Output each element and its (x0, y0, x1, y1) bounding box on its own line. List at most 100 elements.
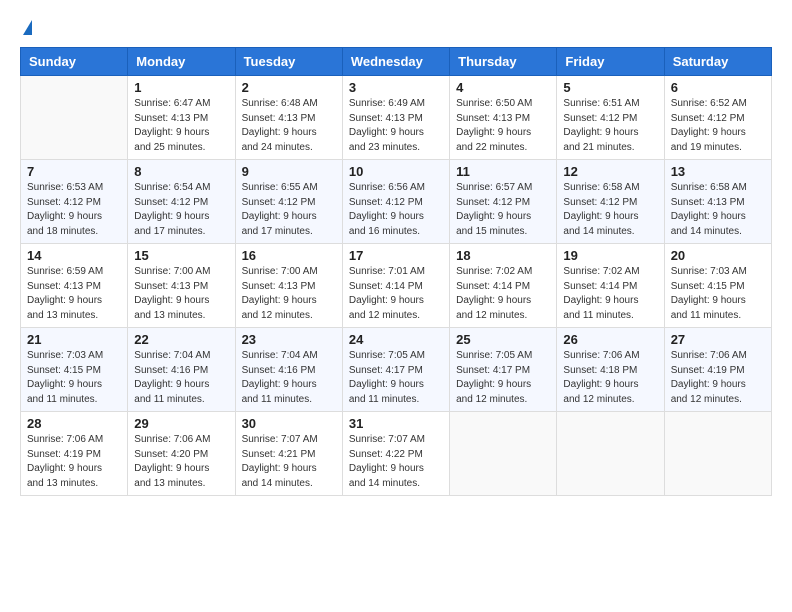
day-info: Sunrise: 6:47 AMSunset: 4:13 PMDaylight:… (134, 97, 228, 155)
day-info: Sunrise: 7:06 AMSunset: 4:19 PMDaylight:… (671, 349, 765, 407)
calendar-week-row: 14 Sunrise: 6:59 AMSunset: 4:13 PMDayligh… (21, 244, 772, 328)
col-header-thursday: Thursday (450, 48, 557, 76)
day-info: Sunrise: 7:04 AMSunset: 4:16 PMDaylight:… (242, 349, 336, 407)
day-info: Sunrise: 6:57 AMSunset: 4:12 PMDaylight:… (456, 181, 550, 239)
calendar-cell: 22 Sunrise: 7:04 AMSunset: 4:16 PMDayligh… (128, 328, 235, 412)
day-info: Sunrise: 7:01 AMSunset: 4:14 PMDaylight:… (349, 265, 443, 323)
day-number: 26 (563, 332, 657, 347)
day-info: Sunrise: 7:05 AMSunset: 4:17 PMDaylight:… (349, 349, 443, 407)
day-info: Sunrise: 7:04 AMSunset: 4:16 PMDaylight:… (134, 349, 228, 407)
day-number: 28 (27, 416, 121, 431)
day-info: Sunrise: 7:03 AMSunset: 4:15 PMDaylight:… (671, 265, 765, 323)
logo (20, 20, 32, 37)
calendar-cell: 14 Sunrise: 6:59 AMSunset: 4:13 PMDayligh… (21, 244, 128, 328)
day-number: 31 (349, 416, 443, 431)
calendar-cell: 7 Sunrise: 6:53 AMSunset: 4:12 PMDaylight… (21, 160, 128, 244)
day-number: 9 (242, 164, 336, 179)
day-number: 6 (671, 80, 765, 95)
calendar-cell (21, 76, 128, 160)
calendar-cell: 18 Sunrise: 7:02 AMSunset: 4:14 PMDayligh… (450, 244, 557, 328)
day-number: 7 (27, 164, 121, 179)
calendar-cell: 25 Sunrise: 7:05 AMSunset: 4:17 PMDayligh… (450, 328, 557, 412)
calendar-cell: 4 Sunrise: 6:50 AMSunset: 4:13 PMDaylight… (450, 76, 557, 160)
day-number: 19 (563, 248, 657, 263)
day-info: Sunrise: 7:05 AMSunset: 4:17 PMDaylight:… (456, 349, 550, 407)
day-number: 12 (563, 164, 657, 179)
calendar-week-row: 7 Sunrise: 6:53 AMSunset: 4:12 PMDaylight… (21, 160, 772, 244)
calendar-cell: 15 Sunrise: 7:00 AMSunset: 4:13 PMDayligh… (128, 244, 235, 328)
day-number: 1 (134, 80, 228, 95)
day-info: Sunrise: 7:06 AMSunset: 4:19 PMDaylight:… (27, 433, 121, 491)
day-info: Sunrise: 7:07 AMSunset: 4:21 PMDaylight:… (242, 433, 336, 491)
day-info: Sunrise: 7:00 AMSunset: 4:13 PMDaylight:… (134, 265, 228, 323)
calendar-cell: 27Sunrise: 7:06 AMSunset: 4:19 PMDayligh… (664, 328, 771, 412)
day-info: Sunrise: 6:54 AMSunset: 4:12 PMDaylight:… (134, 181, 228, 239)
day-info: Sunrise: 6:58 AMSunset: 4:12 PMDaylight:… (563, 181, 657, 239)
day-number: 22 (134, 332, 228, 347)
calendar-cell: 2Sunrise: 6:48 AMSunset: 4:13 PMDaylight… (235, 76, 342, 160)
calendar-cell: 19Sunrise: 7:02 AMSunset: 4:14 PMDayligh… (557, 244, 664, 328)
calendar-week-row: 1 Sunrise: 6:47 AMSunset: 4:13 PMDaylight… (21, 76, 772, 160)
day-number: 2 (242, 80, 336, 95)
calendar-cell: 9 Sunrise: 6:55 AMSunset: 4:12 PMDaylight… (235, 160, 342, 244)
calendar-cell: 20 Sunrise: 7:03 AMSunset: 4:15 PMDayligh… (664, 244, 771, 328)
day-info: Sunrise: 6:56 AMSunset: 4:12 PMDaylight:… (349, 181, 443, 239)
col-header-wednesday: Wednesday (342, 48, 449, 76)
col-header-tuesday: Tuesday (235, 48, 342, 76)
day-number: 10 (349, 164, 443, 179)
day-number: 14 (27, 248, 121, 263)
calendar-cell: 1 Sunrise: 6:47 AMSunset: 4:13 PMDaylight… (128, 76, 235, 160)
calendar-cell: 24 Sunrise: 7:05 AMSunset: 4:17 PMDayligh… (342, 328, 449, 412)
day-number: 25 (456, 332, 550, 347)
day-info: Sunrise: 7:03 AMSunset: 4:15 PMDaylight:… (27, 349, 121, 407)
calendar-cell: 3Sunrise: 6:49 AMSunset: 4:13 PMDaylight… (342, 76, 449, 160)
calendar-cell: 17Sunrise: 7:01 AMSunset: 4:14 PMDayligh… (342, 244, 449, 328)
day-info: Sunrise: 6:53 AMSunset: 4:12 PMDaylight:… (27, 181, 121, 239)
calendar-cell: 11 Sunrise: 6:57 AMSunset: 4:12 PMDayligh… (450, 160, 557, 244)
col-header-sunday: Sunday (21, 48, 128, 76)
calendar-cell: 29Sunrise: 7:06 AMSunset: 4:20 PMDayligh… (128, 412, 235, 496)
calendar-week-row: 21 Sunrise: 7:03 AMSunset: 4:15 PMDayligh… (21, 328, 772, 412)
day-number: 16 (242, 248, 336, 263)
calendar-cell: 6 Sunrise: 6:52 AMSunset: 4:12 PMDaylight… (664, 76, 771, 160)
calendar-cell: 30 Sunrise: 7:07 AMSunset: 4:21 PMDayligh… (235, 412, 342, 496)
calendar-cell: 31 Sunrise: 7:07 AMSunset: 4:22 PMDayligh… (342, 412, 449, 496)
day-number: 4 (456, 80, 550, 95)
calendar-cell: 10 Sunrise: 6:56 AMSunset: 4:12 PMDayligh… (342, 160, 449, 244)
day-number: 20 (671, 248, 765, 263)
day-number: 30 (242, 416, 336, 431)
day-number: 21 (27, 332, 121, 347)
calendar-table: SundayMondayTuesdayWednesdayThursdayFrid… (20, 47, 772, 496)
calendar-header-row: SundayMondayTuesdayWednesdayThursdayFrid… (21, 48, 772, 76)
day-info: Sunrise: 6:52 AMSunset: 4:12 PMDaylight:… (671, 97, 765, 155)
day-info: Sunrise: 7:07 AMSunset: 4:22 PMDaylight:… (349, 433, 443, 491)
col-header-friday: Friday (557, 48, 664, 76)
calendar-cell: 28 Sunrise: 7:06 AMSunset: 4:19 PMDayligh… (21, 412, 128, 496)
calendar-cell (664, 412, 771, 496)
calendar-week-row: 28 Sunrise: 7:06 AMSunset: 4:19 PMDayligh… (21, 412, 772, 496)
day-info: Sunrise: 6:55 AMSunset: 4:12 PMDaylight:… (242, 181, 336, 239)
day-number: 24 (349, 332, 443, 347)
col-header-saturday: Saturday (664, 48, 771, 76)
day-info: Sunrise: 6:59 AMSunset: 4:13 PMDaylight:… (27, 265, 121, 323)
calendar-cell (450, 412, 557, 496)
calendar-cell: 13Sunrise: 6:58 AMSunset: 4:13 PMDayligh… (664, 160, 771, 244)
day-info: Sunrise: 6:50 AMSunset: 4:13 PMDaylight:… (456, 97, 550, 155)
day-number: 18 (456, 248, 550, 263)
calendar-cell: 12 Sunrise: 6:58 AMSunset: 4:12 PMDayligh… (557, 160, 664, 244)
day-info: Sunrise: 6:49 AMSunset: 4:13 PMDaylight:… (349, 97, 443, 155)
calendar-cell: 5Sunrise: 6:51 AMSunset: 4:12 PMDaylight… (557, 76, 664, 160)
calendar-cell: 26 Sunrise: 7:06 AMSunset: 4:18 PMDayligh… (557, 328, 664, 412)
day-number: 23 (242, 332, 336, 347)
calendar-cell: 23 Sunrise: 7:04 AMSunset: 4:16 PMDayligh… (235, 328, 342, 412)
calendar-cell: 16 Sunrise: 7:00 AMSunset: 4:13 PMDayligh… (235, 244, 342, 328)
day-info: Sunrise: 7:06 AMSunset: 4:18 PMDaylight:… (563, 349, 657, 407)
day-number: 5 (563, 80, 657, 95)
day-info: Sunrise: 7:02 AMSunset: 4:14 PMDaylight:… (456, 265, 550, 323)
day-info: Sunrise: 7:00 AMSunset: 4:13 PMDaylight:… (242, 265, 336, 323)
day-number: 11 (456, 164, 550, 179)
calendar-cell: 8Sunrise: 6:54 AMSunset: 4:12 PMDaylight… (128, 160, 235, 244)
col-header-monday: Monday (128, 48, 235, 76)
day-info: Sunrise: 7:06 AMSunset: 4:20 PMDaylight:… (134, 433, 228, 491)
day-number: 15 (134, 248, 228, 263)
